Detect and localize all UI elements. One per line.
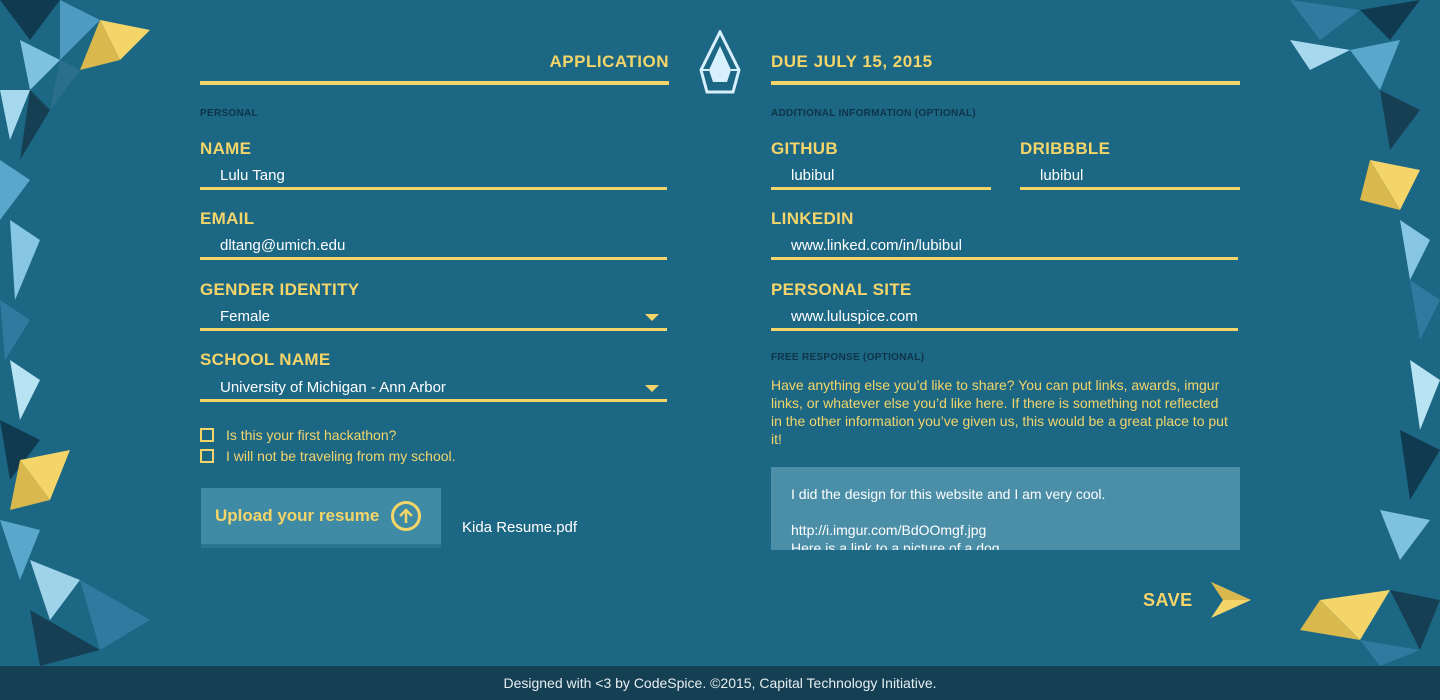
upload-resume-button[interactable]: Upload your resume — [201, 488, 441, 548]
footer-text: Designed with <3 by CodeSpice. ©2015, Ca… — [503, 675, 937, 691]
crystal-logo-icon — [699, 30, 741, 94]
email-field[interactable]: dltang@umich.edu — [200, 236, 667, 260]
upload-resume-label: Upload your resume — [215, 506, 380, 525]
save-button[interactable]: SAVE — [1143, 582, 1251, 618]
chevron-down-icon — [645, 385, 659, 392]
first-hackathon-checkbox[interactable] — [200, 428, 214, 442]
free-response-section-label: FREE RESPONSE (OPTIONAL) — [771, 352, 925, 363]
linkedin-label: LINKEDIN — [771, 209, 854, 228]
gender-label: GENDER IDENTITY — [200, 280, 360, 299]
personal-section-label: PERSONAL — [200, 108, 258, 119]
not-traveling-checkbox[interactable] — [200, 449, 214, 463]
school-select[interactable]: University of Michigan - Ann Arbor — [200, 378, 667, 402]
chevron-down-icon — [645, 314, 659, 321]
application-title: APPLICATION — [549, 52, 669, 71]
header-divider-right — [771, 81, 1240, 85]
personal-site-field[interactable]: www.luluspice.com — [771, 307, 1238, 331]
additional-section-label: ADDITIONAL INFORMATION (OPTIONAL) — [771, 108, 977, 119]
gender-select[interactable]: Female — [200, 307, 667, 331]
name-label: NAME — [200, 139, 252, 158]
first-hackathon-checkbox-row[interactable]: Is this your first hackathon? — [200, 427, 396, 443]
github-label: GITHUB — [771, 139, 838, 158]
name-field[interactable]: Lulu Tang — [200, 166, 667, 190]
arrow-right-icon — [1210, 582, 1251, 618]
first-hackathon-label: Is this your first hackathon? — [226, 427, 397, 443]
school-select-value: University of Michigan - Ann Arbor — [220, 379, 446, 396]
not-traveling-checkbox-row[interactable]: I will not be traveling from my school. — [200, 448, 456, 464]
linkedin-field[interactable]: www.linked.com/in/lubibul — [771, 236, 1238, 260]
upload-arrow-icon — [391, 501, 422, 531]
resume-file-name: Kida Resume.pdf — [462, 519, 578, 536]
footer: Designed with <3 by CodeSpice. ©2015, Ca… — [0, 666, 1440, 700]
free-response-prompt: Have anything else you’d like to share? … — [771, 377, 1228, 447]
personal-site-label: PERSONAL SITE — [771, 280, 912, 299]
not-traveling-label: I will not be traveling from my school. — [226, 448, 456, 464]
free-response-textarea[interactable]: I did the design for this website and I … — [771, 467, 1240, 550]
due-date: DUE JULY 15, 2015 — [771, 52, 933, 71]
save-label: SAVE — [1143, 589, 1193, 610]
gender-select-value: Female — [220, 308, 271, 325]
dribbble-field[interactable]: lubibul — [1020, 166, 1240, 190]
email-label: EMAIL — [200, 209, 255, 228]
header-divider-left — [200, 81, 669, 85]
dribbble-label: DRIBBBLE — [1020, 139, 1111, 158]
school-label: SCHOOL NAME — [200, 350, 331, 369]
page-header: APPLICATION DUE JULY 15, 2015 — [0, 0, 1440, 100]
github-field[interactable]: lubibul — [771, 166, 991, 190]
